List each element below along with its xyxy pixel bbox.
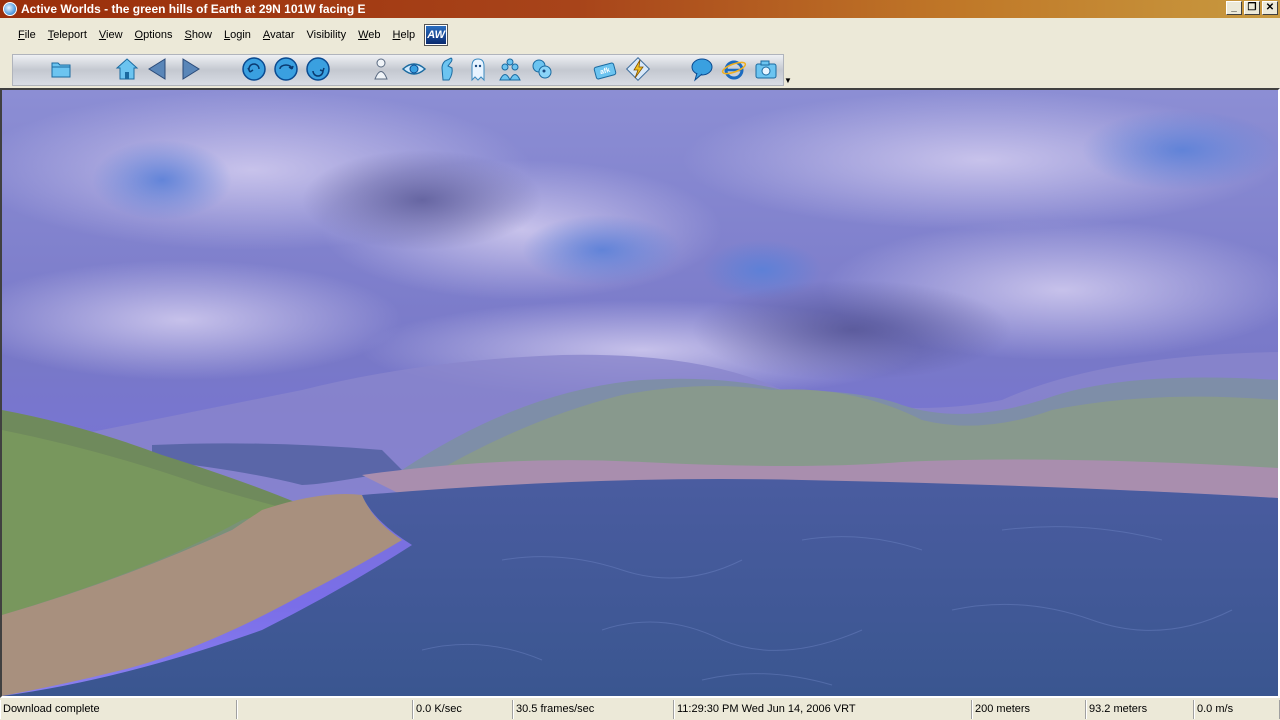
status-altitude: 93.2 meters xyxy=(1086,700,1194,719)
teleport-lightning-icon[interactable] xyxy=(625,56,651,82)
menu-visibility[interactable]: Visibility xyxy=(301,29,353,41)
window-controls: _ ❐ ✕ xyxy=(1226,1,1278,15)
turn-left-icon[interactable] xyxy=(241,56,267,82)
back-icon[interactable] xyxy=(145,56,171,82)
menu-view[interactable]: View xyxy=(93,29,129,41)
camera-icon[interactable] xyxy=(753,56,779,82)
menu-file-label: ile xyxy=(24,29,36,41)
menu-visibility-label: Visibility xyxy=(306,29,347,41)
menu-avatar-label: vatar xyxy=(270,29,295,41)
menu-login[interactable]: Login xyxy=(218,29,257,41)
menu-options-mnemonic: O xyxy=(134,29,144,41)
menu-avatar-mnemonic: A xyxy=(262,29,271,41)
menu-bar: File Teleport View Options Show Login Av… xyxy=(0,18,1280,52)
browser-icon[interactable] xyxy=(721,56,747,82)
menu-teleport[interactable]: Teleport xyxy=(42,29,93,41)
status-datetime: 11:29:30 PM Wed Jun 14, 2006 VRT xyxy=(674,700,972,719)
menu-avatar[interactable]: Avatar xyxy=(257,29,301,41)
afk-icon[interactable]: afk xyxy=(592,56,618,82)
toolbar: afk ▼ xyxy=(0,52,1280,88)
ghost-icon[interactable] xyxy=(465,56,491,82)
menu-help[interactable]: Help xyxy=(387,29,422,41)
status-blank-pane xyxy=(237,700,413,719)
menu-teleport-label: eleport xyxy=(53,29,87,41)
menu-web-mnemonic: W xyxy=(358,29,369,41)
app-icon[interactable] xyxy=(3,2,17,16)
people-icon[interactable] xyxy=(497,56,523,82)
forward-icon[interactable] xyxy=(177,56,203,82)
title-bar[interactable]: Active Worlds - the green hills of Earth… xyxy=(0,0,1280,18)
menu-show-mnemonic: S xyxy=(184,29,192,41)
aw-logo-icon[interactable]: AW xyxy=(424,24,449,46)
hand-icon[interactable] xyxy=(434,56,460,82)
gestures-icon[interactable] xyxy=(529,56,555,82)
menu-help-label: elp xyxy=(400,29,416,41)
menu-options[interactable]: Options xyxy=(129,29,179,41)
menu-view-label: iew xyxy=(106,29,123,41)
avatar-icon[interactable] xyxy=(368,56,394,82)
status-frame-rate: 30.5 frames/sec xyxy=(513,700,674,719)
menu-web-label: eb xyxy=(368,29,381,41)
menu-show[interactable]: Show xyxy=(178,29,218,41)
turn-right-icon[interactable] xyxy=(305,56,331,82)
restore-button[interactable]: ❐ xyxy=(1244,1,1260,15)
world-scene xyxy=(2,90,1278,696)
3d-viewport[interactable] xyxy=(0,88,1280,698)
menu-view-mnemonic: V xyxy=(98,29,107,41)
eye-icon[interactable] xyxy=(401,56,427,82)
menu-login-label: ogin xyxy=(230,29,251,41)
status-visibility-range: 200 meters xyxy=(972,700,1086,719)
status-speed: 0.0 m/s xyxy=(1194,700,1280,719)
chat-bubble-icon[interactable] xyxy=(689,56,715,82)
status-message: Download complete xyxy=(0,700,237,719)
menu-file[interactable]: File xyxy=(12,29,42,41)
menu-web[interactable]: Web xyxy=(352,29,386,41)
menu-file-mnemonic: F xyxy=(18,29,25,41)
toolbar-overflow-icon[interactable]: ▼ xyxy=(784,76,792,85)
folder-icon[interactable] xyxy=(48,56,74,82)
menu-show-label: how xyxy=(191,29,212,41)
window-title: Active Worlds - the green hills of Earth… xyxy=(21,2,366,16)
menu-options-label: ptions xyxy=(143,29,173,41)
status-transfer-rate: 0.0 K/sec xyxy=(413,700,513,719)
close-button[interactable]: ✕ xyxy=(1262,1,1278,15)
turn-around-icon[interactable] xyxy=(273,56,299,82)
home-icon[interactable] xyxy=(114,56,140,82)
status-bar: Download complete 0.0 K/sec 30.5 frames/… xyxy=(0,700,1280,720)
minimize-button[interactable]: _ xyxy=(1226,1,1242,15)
